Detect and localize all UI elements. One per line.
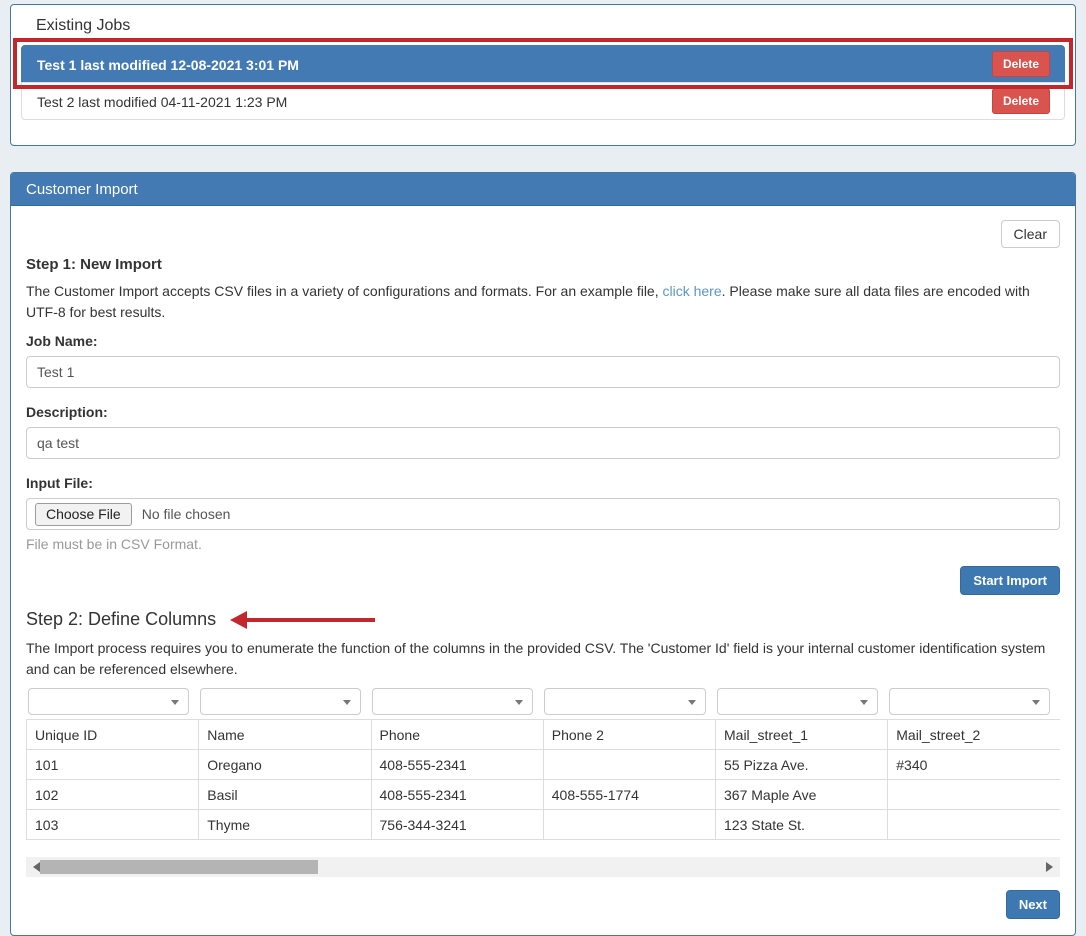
chevron-down-icon (688, 700, 696, 705)
table-row: 103Thyme756-344-3241 123 State St. (27, 810, 1061, 840)
delete-job-button[interactable]: Delete (992, 88, 1050, 114)
table-cell: Basil (199, 780, 371, 810)
column-select-row (27, 684, 1061, 720)
table-cell: 367 Maple Ave (716, 780, 888, 810)
clear-button[interactable]: Clear (1001, 220, 1060, 248)
step1-heading: Step 1: New Import (26, 256, 1060, 273)
table-cell: 102 (27, 780, 199, 810)
job-name-label: Job Name: (26, 333, 1060, 349)
chevron-down-icon (860, 700, 868, 705)
job-item-test1[interactable]: Test 1 last modified 12-08-2021 3:01 PM … (21, 45, 1065, 83)
csv-preview-table-container: Unique IDNamePhonePhone 2Mail_street_1Ma… (26, 684, 1060, 840)
column-header: Phone 2 (543, 720, 715, 750)
job-list: Test 1 last modified 12-08-2021 3:01 PM … (21, 45, 1065, 120)
column-mapping-select[interactable] (889, 688, 1050, 715)
table-cell (543, 810, 715, 840)
table-cell: 408-555-1774 (543, 780, 715, 810)
table-row: 101Oregano408-555-2341 55 Pizza Ave.#340 (27, 750, 1061, 780)
start-import-button[interactable]: Start Import (960, 566, 1060, 595)
table-cell: 756-344-3241 (371, 810, 543, 840)
table-cell (888, 780, 1060, 810)
scroll-left-arrow-icon[interactable] (33, 862, 40, 872)
customer-import-header: Customer Import (11, 173, 1075, 206)
table-cell: Oregano (199, 750, 371, 780)
csv-preview-table: Unique IDNamePhonePhone 2Mail_street_1Ma… (26, 684, 1060, 840)
chevron-down-icon (171, 700, 179, 705)
delete-job-button[interactable]: Delete (992, 51, 1050, 77)
existing-jobs-panel: Existing Jobs Test 1 last modified 12-08… (10, 4, 1076, 146)
table-row: 102Basil408-555-2341408-555-1774367 Mapl… (27, 780, 1061, 810)
table-cell: 55 Pizza Ave. (716, 750, 888, 780)
column-mapping-select[interactable] (28, 688, 189, 715)
table-cell (888, 810, 1060, 840)
column-mapping-select[interactable] (372, 688, 533, 715)
table-cell: #340 (888, 750, 1060, 780)
no-file-chosen-text: No file chosen (142, 506, 231, 522)
column-header: Mail_street_2 (888, 720, 1060, 750)
example-file-link[interactable]: click here (663, 283, 722, 299)
description-input[interactable] (26, 427, 1060, 459)
table-cell: 123 State St. (716, 810, 888, 840)
table-cell (543, 750, 715, 780)
customer-import-body: Clear Step 1: New Import The Customer Im… (11, 206, 1075, 935)
intro-text-before: The Customer Import accepts CSV files in… (26, 283, 663, 299)
next-button[interactable]: Next (1006, 890, 1060, 919)
column-header: Name (199, 720, 371, 750)
chevron-down-icon (343, 700, 351, 705)
file-input[interactable]: Choose File No file chosen (26, 498, 1060, 530)
table-body: 101Oregano408-555-234155 Pizza Ave.#3401… (27, 750, 1061, 840)
table-cell: 103 (27, 810, 199, 840)
job-label: Test 2 last modified 04-11-2021 1:23 PM (37, 94, 287, 110)
table-cell: 408-555-2341 (371, 750, 543, 780)
chevron-down-icon (515, 700, 523, 705)
job-item-test2[interactable]: Test 2 last modified 04-11-2021 1:23 PM … (21, 82, 1065, 120)
job-name-input[interactable] (26, 356, 1060, 388)
table-cell: 101 (27, 750, 199, 780)
annotation-arrow-icon (230, 611, 375, 629)
input-file-label: Input File: (26, 475, 1060, 491)
choose-file-button[interactable]: Choose File (35, 503, 132, 526)
horizontal-scrollbar[interactable] (26, 857, 1060, 877)
scrollbar-thumb[interactable] (40, 860, 318, 874)
csv-format-hint: File must be in CSV Format. (26, 536, 1060, 552)
job-label: Test 1 last modified 12-08-2021 3:01 PM (37, 57, 299, 73)
scroll-right-arrow-icon[interactable] (1046, 862, 1053, 872)
table-cell: 408-555-2341 (371, 780, 543, 810)
column-mapping-select[interactable] (544, 688, 705, 715)
customer-import-panel: Customer Import Clear Step 1: New Import… (10, 172, 1076, 936)
step2-heading: Step 2: Define Columns (26, 609, 1060, 630)
description-label: Description: (26, 404, 1060, 420)
column-header: Unique ID (27, 720, 199, 750)
existing-jobs-title: Existing Jobs (36, 17, 1065, 35)
step1-intro: The Customer Import accepts CSV files in… (26, 281, 1060, 323)
table-cell: Thyme (199, 810, 371, 840)
table-header-row: Unique IDNamePhonePhone 2Mail_street_1Ma… (27, 720, 1061, 750)
column-mapping-select[interactable] (717, 688, 878, 715)
chevron-down-icon (1032, 700, 1040, 705)
column-header: Mail_street_1 (716, 720, 888, 750)
step2-intro: The Import process requires you to enume… (26, 638, 1060, 680)
column-mapping-select[interactable] (200, 688, 361, 715)
column-header: Phone (371, 720, 543, 750)
step2-heading-text: Step 2: Define Columns (26, 609, 216, 630)
